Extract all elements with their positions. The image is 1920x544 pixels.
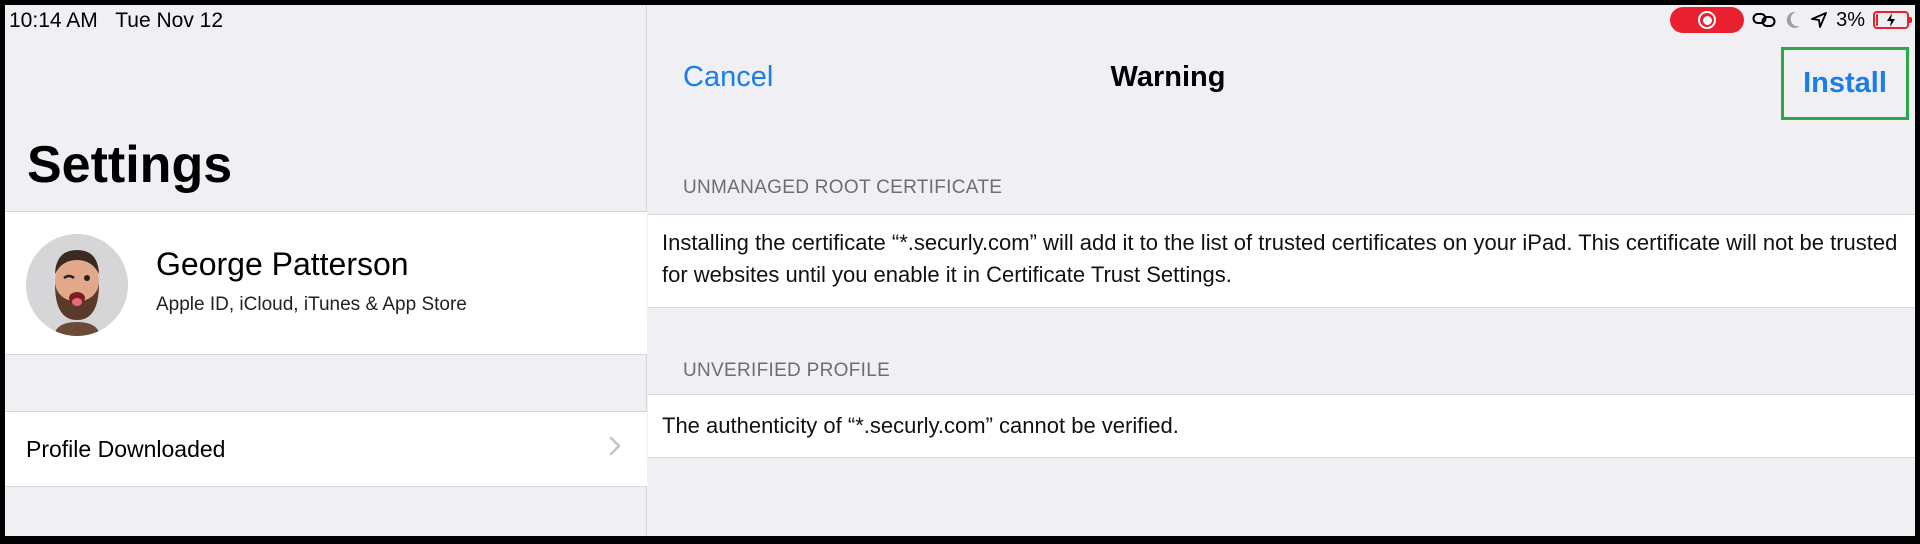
status-indicators: 3% [1670, 7, 1912, 33]
apple-id-profile-row[interactable]: George Patterson Apple ID, iCloud, iTune… [5, 211, 647, 355]
install-button[interactable]: Install [1781, 47, 1909, 120]
battery-level [1876, 14, 1878, 26]
profile-subtitle: Apple ID, iCloud, iTunes & App Store [156, 294, 467, 315]
ipad-screen: Settings George Patterson Apple ID, iClo… [5, 5, 1915, 536]
battery-percent: 3% [1836, 8, 1865, 31]
avatar [26, 234, 128, 336]
profile-downloaded-row[interactable]: Profile Downloaded [5, 411, 647, 487]
status-time-date: 10:14 AM Tue Nov 12 [9, 9, 223, 33]
chevron-right-icon [609, 436, 621, 456]
profile-downloaded-label: Profile Downloaded [26, 436, 226, 462]
moon-icon [1786, 11, 1801, 28]
battery-charging-icon [1873, 11, 1912, 29]
link-icon [1752, 13, 1776, 27]
dialog-title: Warning [1110, 61, 1226, 93]
settings-sidebar: Settings George Patterson Apple ID, iClo… [5, 5, 647, 536]
section-header-root-certificate: UNMANAGED ROOT CERTIFICATE [683, 177, 1003, 198]
memoji-avatar-icon [26, 234, 128, 336]
section-body-unverified-profile: The authenticity of “*.securly.com” cann… [648, 394, 1915, 458]
status-time: 10:14 AM [9, 9, 98, 32]
profile-name: George Patterson [156, 246, 409, 282]
section-header-unverified-profile: UNVERIFIED PROFILE [683, 360, 891, 381]
screen-recording-icon[interactable] [1670, 7, 1745, 33]
page-title: Settings [27, 136, 233, 194]
location-arrow-icon [1811, 12, 1827, 28]
warning-dialog: Cancel Warning Install UNMANAGED ROOT CE… [648, 5, 1915, 536]
status-date: Tue Nov 12 [115, 9, 224, 32]
section-body-root-certificate: Installing the certificate “*.securly.co… [648, 214, 1915, 308]
install-label: Install [1803, 67, 1887, 99]
